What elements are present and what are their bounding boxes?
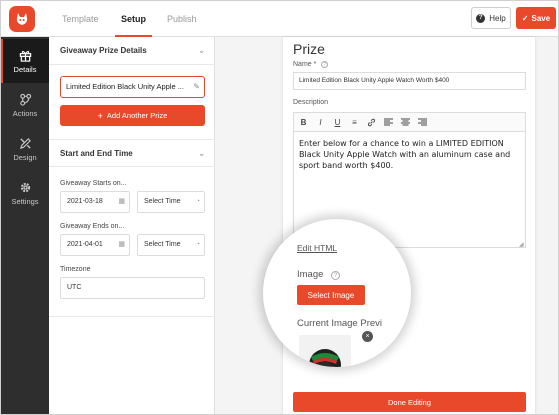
description-label: Description <box>293 99 329 106</box>
select-image-button[interactable]: Select Image <box>297 285 365 305</box>
end-time-input[interactable]: Select Time ◔ <box>137 234 205 256</box>
tab-setup[interactable]: Setup <box>114 1 153 37</box>
calendar-icon: ▦ <box>118 241 125 248</box>
help-icon: ? <box>331 271 341 280</box>
nav-label: Actions <box>12 108 38 118</box>
prize-image-thumbnail <box>299 335 351 367</box>
prize-item-label: Limited Edition Black Unity Apple ... <box>66 82 184 91</box>
app-window: Template Setup Publish ? Help ✓ Save Det… <box>0 0 559 415</box>
save-button[interactable]: ✓ Save <box>516 7 556 29</box>
nav-item-details[interactable]: Details <box>1 39 49 83</box>
start-date-value: 2021-03-18 <box>67 198 103 205</box>
name-label: Name * ? <box>293 61 329 68</box>
pencil-ruler-icon <box>19 137 31 149</box>
add-another-prize-button[interactable]: + Add Another Prize <box>60 105 205 126</box>
rich-text-toolbar: B I U ≡ <box>293 112 526 132</box>
bold-icon[interactable]: B <box>298 115 309 129</box>
current-image-label: Current Image Previ <box>297 318 383 329</box>
add-prize-label: Add Another Prize <box>106 111 168 120</box>
resize-handle-icon[interactable]: ◢ <box>519 241 524 248</box>
tab-publish[interactable]: Publish <box>167 1 197 37</box>
rabbit-logo-icon <box>16 13 28 25</box>
timezone-value: UTC <box>67 284 82 291</box>
align-left-icon[interactable] <box>383 115 394 129</box>
watch-image-icon <box>299 335 351 367</box>
timezone-select[interactable]: UTC <box>60 277 205 299</box>
help-label: Help <box>489 13 506 23</box>
chevron-down-icon: ⌄ <box>198 46 205 55</box>
gift-icon <box>19 50 31 62</box>
plus-icon: + <box>97 110 103 121</box>
network-icon <box>19 93 31 106</box>
help-button[interactable]: ? Help <box>471 7 511 29</box>
nav-item-settings[interactable]: Settings <box>1 171 49 215</box>
clock-icon: ◔ <box>195 241 200 248</box>
start-date-input[interactable]: 2021-03-18 ▦ <box>60 191 130 213</box>
prize-title: Prize <box>293 41 325 57</box>
done-editing-button[interactable]: Done Editing <box>293 392 526 412</box>
save-label: Save <box>531 13 551 23</box>
gear-icon <box>20 182 30 192</box>
nav-label: Design <box>13 152 37 162</box>
image-label: Image ? <box>297 269 341 280</box>
settings-panel: Giveaway Prize Details ⌄ Limited Edition… <box>49 37 215 414</box>
start-time-input[interactable]: Select Time ◔ <box>137 191 205 213</box>
nav-item-design[interactable]: Design <box>1 127 49 171</box>
check-icon: ✓ <box>521 13 529 23</box>
prize-list-item[interactable]: Limited Edition Black Unity Apple ... ✎ <box>60 76 205 98</box>
help-icon: ? <box>321 61 329 68</box>
ends-label: Giveaway Ends on... <box>60 223 125 230</box>
section-title: Giveaway Prize Details <box>60 46 147 55</box>
pencil-icon[interactable]: ✎ <box>193 77 200 97</box>
prize-name-input[interactable]: Limited Edition Black Unity Apple Watch … <box>293 72 526 90</box>
clock-icon: ◔ <box>195 198 200 205</box>
align-center-icon[interactable] <box>400 115 411 129</box>
help-icon: ? <box>476 13 486 23</box>
italic-icon[interactable]: I <box>315 115 326 129</box>
underline-icon[interactable]: U <box>332 115 343 129</box>
start-time-value: Select Time <box>144 198 181 205</box>
end-date-value: 2021-04-01 <box>67 241 103 248</box>
dates-section-header[interactable]: Start and End Time ⌄ <box>49 139 215 167</box>
remove-image-icon[interactable]: × <box>362 331 373 342</box>
end-time-value: Select Time <box>144 241 181 248</box>
app-logo <box>9 6 35 32</box>
starts-label: Giveaway Starts on... <box>60 180 127 187</box>
magnifier-callout: Edit HTML Image ? Select Image Current I… <box>263 219 411 367</box>
calendar-icon: ▦ <box>118 198 125 205</box>
end-date-input[interactable]: 2021-04-01 ▦ <box>60 234 130 256</box>
timezone-label: Timezone <box>60 266 91 273</box>
list-icon[interactable]: ≡ <box>349 115 360 129</box>
left-nav: Details Actions Design Settings <box>1 37 49 414</box>
section-title: Start and End Time <box>60 149 133 158</box>
nav-label: Details <box>13 64 37 74</box>
nav-label: Settings <box>11 196 39 206</box>
align-right-icon[interactable] <box>417 115 428 129</box>
nav-item-actions[interactable]: Actions <box>1 83 49 127</box>
prize-section-header[interactable]: Giveaway Prize Details ⌄ <box>49 37 215 65</box>
top-bar: Template Setup Publish ? Help ✓ Save <box>1 1 558 37</box>
divider <box>49 316 215 317</box>
tab-template[interactable]: Template <box>62 1 99 37</box>
edit-html-link[interactable]: Edit HTML <box>297 243 337 253</box>
chevron-down-icon: ⌄ <box>198 149 205 158</box>
link-icon[interactable] <box>366 115 377 129</box>
